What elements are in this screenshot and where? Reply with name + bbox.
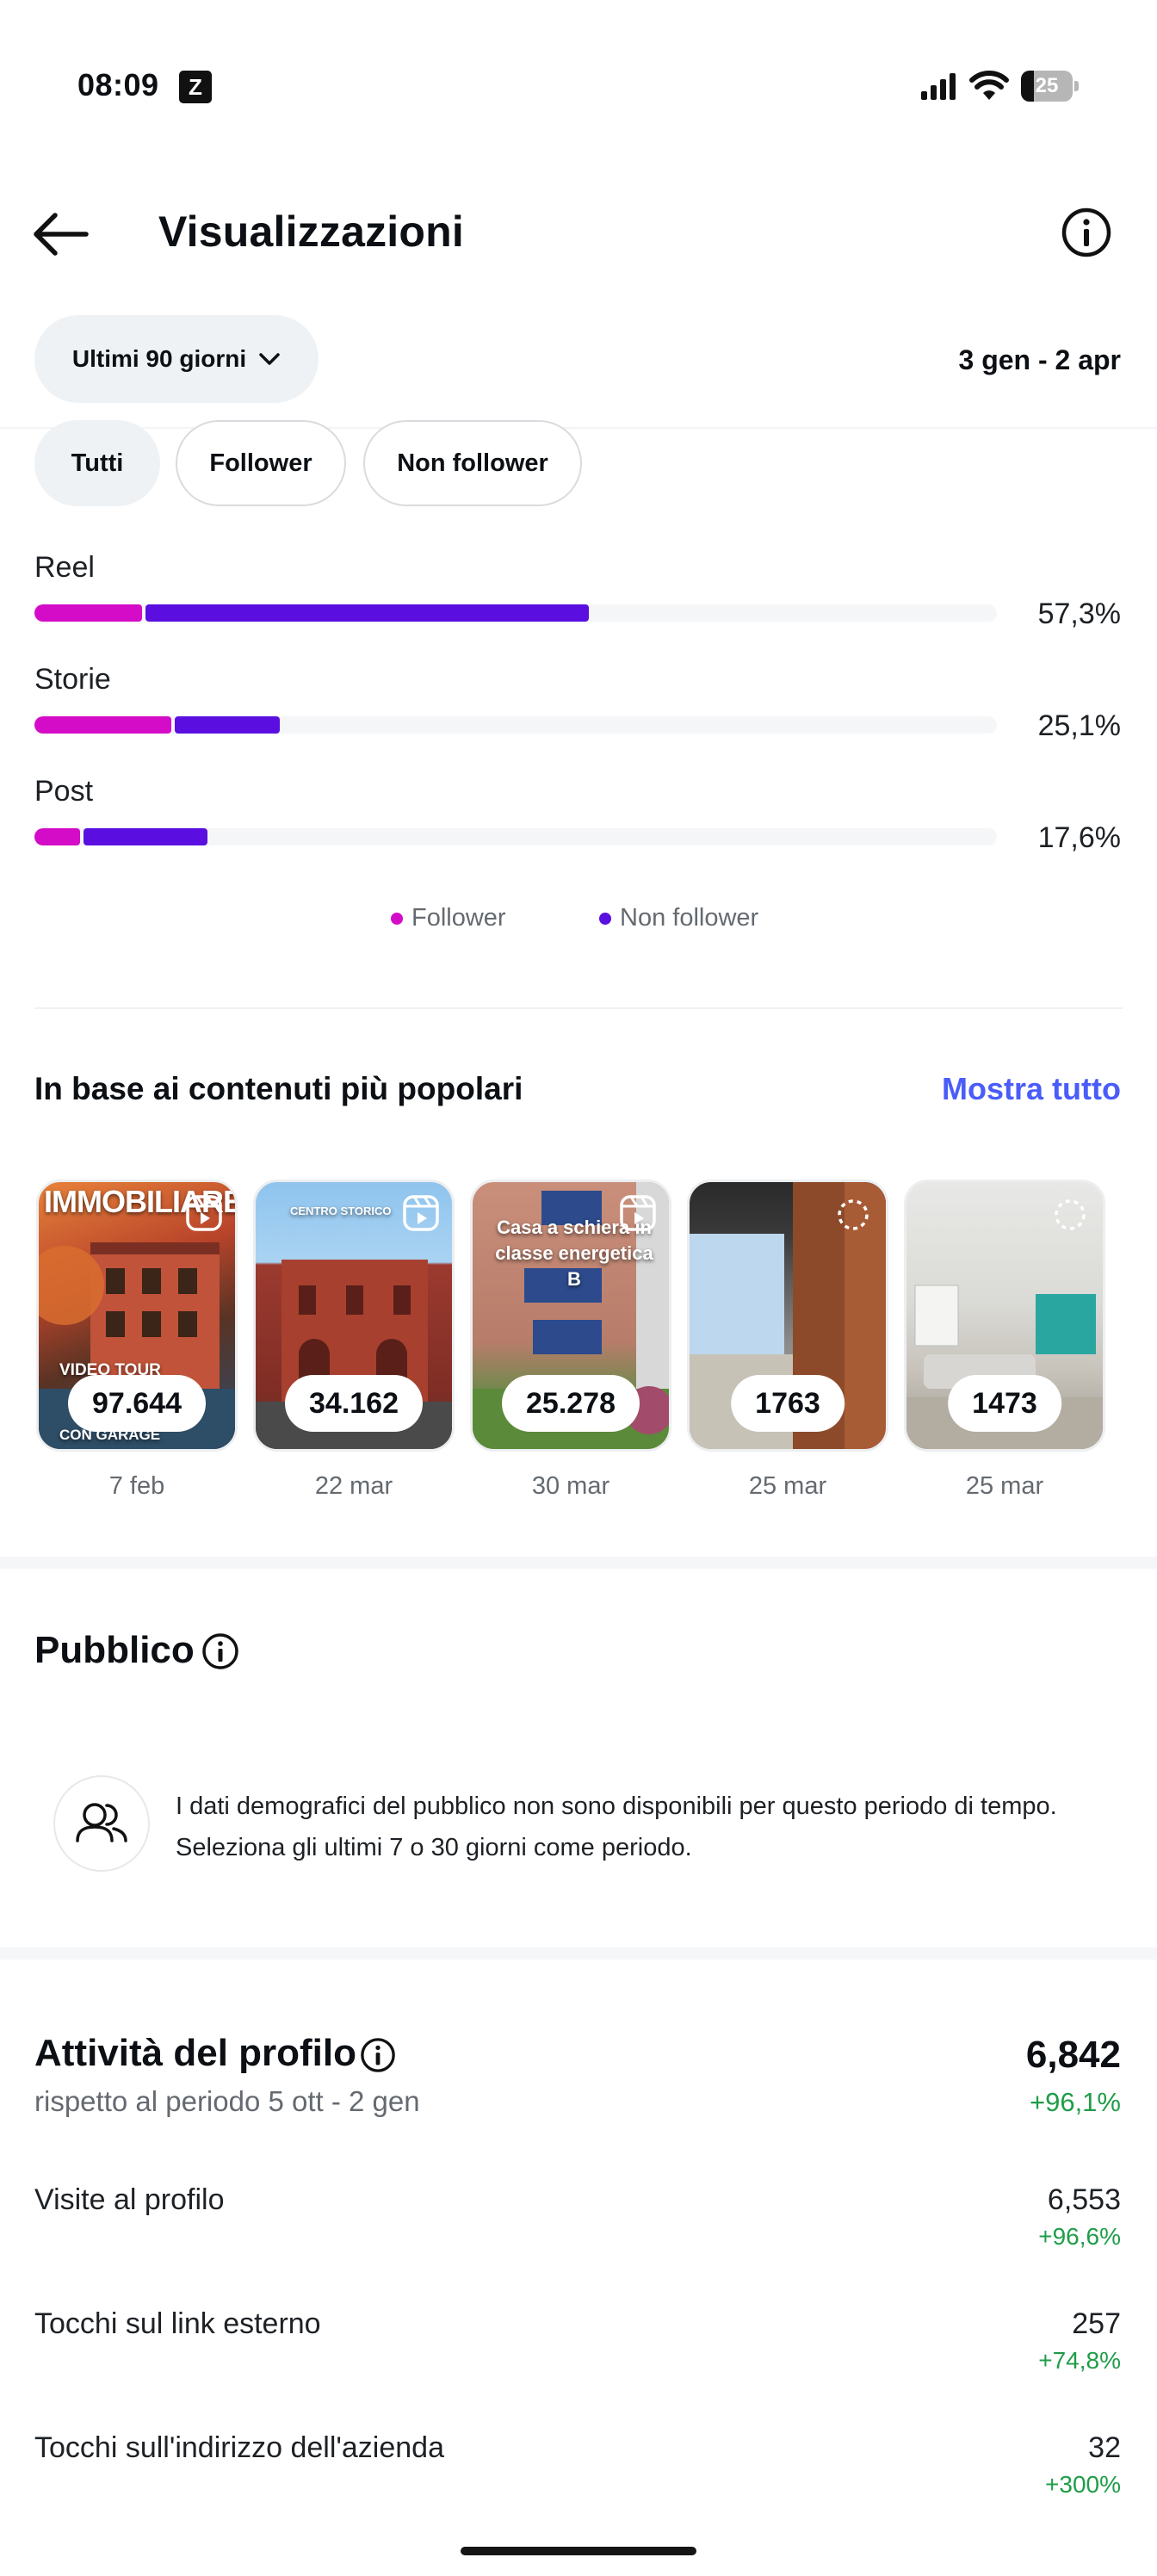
chevron-down-icon bbox=[259, 353, 280, 365]
audience-title: Pubblico bbox=[34, 1629, 195, 1671]
reel-icon bbox=[620, 1195, 656, 1231]
home-indicator[interactable] bbox=[461, 2547, 696, 2555]
legend-dot-follower bbox=[391, 912, 403, 925]
thumbnail-date: 25 mar bbox=[748, 1472, 827, 1500]
period-label: Ultimi 90 giorni bbox=[71, 345, 247, 372]
legend-follower-label: Follower bbox=[411, 904, 506, 932]
metric-change-link-taps: +74,8% bbox=[1038, 2347, 1121, 2374]
legend-follower: Follower bbox=[391, 904, 506, 932]
status-time: 08:09 bbox=[77, 67, 159, 102]
bar-label-posts: Post bbox=[34, 775, 94, 808]
thumbnail-caption: CENTRO STORICO bbox=[290, 1204, 392, 1217]
bar-track-reel bbox=[34, 604, 997, 622]
legend-dot-non-follower bbox=[599, 912, 611, 925]
content-thumbnail[interactable]: 1473 bbox=[904, 1180, 1105, 1452]
loading-icon bbox=[838, 1199, 869, 1230]
bar-label-reel: Reel bbox=[34, 551, 95, 584]
thumbnail-date: 25 mar bbox=[965, 1472, 1044, 1500]
bar-segment-follower bbox=[34, 604, 142, 622]
battery-percent: 25 bbox=[1035, 74, 1059, 97]
content-thumbnail[interactable]: CENTRO STORICO 34.162 bbox=[253, 1180, 455, 1452]
date-range: 3 gen - 2 apr bbox=[958, 344, 1122, 375]
show-all-link[interactable]: Mostra tutto bbox=[942, 1071, 1121, 1107]
people-icon bbox=[76, 1803, 127, 1842]
divider bbox=[34, 1007, 1123, 1009]
loading-icon bbox=[1055, 1199, 1086, 1230]
bar-label-stories: Storie bbox=[34, 663, 111, 696]
metric-value-address-taps: 32 bbox=[1088, 2431, 1121, 2464]
thumbnail-date: 22 mar bbox=[314, 1472, 393, 1500]
bar-percent-reel: 57,3% bbox=[1037, 598, 1121, 630]
view-count: 97.644 bbox=[68, 1375, 206, 1432]
thumbnail-date: 30 mar bbox=[531, 1472, 610, 1500]
bar-segment-follower bbox=[34, 828, 80, 845]
reel-icon bbox=[186, 1195, 222, 1231]
metric-label-link-taps: Tocchi sul link esterno bbox=[34, 2307, 321, 2340]
metric-change-profile-visits: +96,6% bbox=[1038, 2223, 1121, 2250]
bar-segment-non-follower bbox=[84, 828, 207, 845]
view-count: 34.162 bbox=[285, 1375, 423, 1432]
content-thumbnail[interactable]: Casa a schiera in classe energetica B 25… bbox=[470, 1180, 671, 1452]
reel-icon bbox=[403, 1195, 439, 1231]
page-title: Visualizzazioni bbox=[158, 207, 464, 256]
info-icon[interactable] bbox=[1061, 207, 1112, 258]
chip-follower[interactable]: Follower bbox=[176, 420, 346, 506]
metric-label-address-taps: Tocchi sull'indirizzo dell'azienda bbox=[34, 2431, 444, 2464]
section-separator bbox=[0, 1557, 1157, 1569]
view-count: 25.278 bbox=[502, 1375, 640, 1432]
legend-non-follower-label: Non follower bbox=[620, 904, 759, 932]
bar-track-stories bbox=[34, 716, 997, 734]
bar-segment-non-follower bbox=[175, 716, 280, 734]
back-arrow-icon[interactable] bbox=[31, 210, 91, 258]
bar-segment-follower bbox=[34, 716, 171, 734]
view-count: 1473 bbox=[948, 1375, 1061, 1432]
info-icon[interactable] bbox=[360, 2037, 396, 2073]
divider bbox=[0, 427, 1157, 429]
profile-activity-title: Attività del profilo bbox=[34, 2032, 356, 2074]
section-separator bbox=[0, 1947, 1157, 1960]
wifi-icon bbox=[969, 71, 1009, 100]
battery-icon: 25 bbox=[1021, 71, 1080, 102]
info-icon[interactable] bbox=[201, 1632, 239, 1670]
legend-non-follower: Non follower bbox=[599, 904, 758, 932]
content-thumbnail[interactable]: 1763 bbox=[687, 1180, 888, 1452]
app-notification-icon: Z bbox=[179, 71, 212, 103]
chip-non-follower[interactable]: Non follower bbox=[363, 420, 582, 506]
chip-all[interactable]: Tutti bbox=[34, 420, 160, 506]
period-dropdown[interactable]: Ultimi 90 giorni bbox=[34, 315, 319, 403]
top-content-title: In base ai contenuti più popolari bbox=[34, 1071, 523, 1106]
bar-track-posts bbox=[34, 828, 997, 845]
bar-segment-non-follower bbox=[145, 604, 589, 622]
bar-percent-posts: 17,6% bbox=[1037, 821, 1121, 854]
profile-activity-total: 6,842 bbox=[1025, 2034, 1121, 2076]
cellular-signal-icon bbox=[921, 73, 956, 100]
profile-activity-total-change: +96,1% bbox=[1029, 2087, 1121, 2117]
profile-activity-subtitle: rispetto al periodo 5 ott - 2 gen bbox=[34, 2085, 420, 2117]
thumbnail-date: 7 feb bbox=[108, 1472, 165, 1500]
bar-percent-stories: 25,1% bbox=[1037, 709, 1121, 742]
metric-change-address-taps: +300% bbox=[1045, 2471, 1121, 2498]
content-thumbnail[interactable]: IMMOBILIARE VIDEO TOUR CON GARAGE 97.644 bbox=[36, 1180, 238, 1452]
audience-icon bbox=[53, 1775, 150, 1872]
audience-message: I dati demografici del pubblico non sono… bbox=[176, 1793, 1057, 1861]
metric-value-profile-visits: 6,553 bbox=[1047, 2183, 1121, 2216]
metric-label-profile-visits: Visite al profilo bbox=[34, 2183, 225, 2216]
metric-value-link-taps: 257 bbox=[1072, 2307, 1121, 2340]
view-count: 1763 bbox=[731, 1375, 845, 1432]
